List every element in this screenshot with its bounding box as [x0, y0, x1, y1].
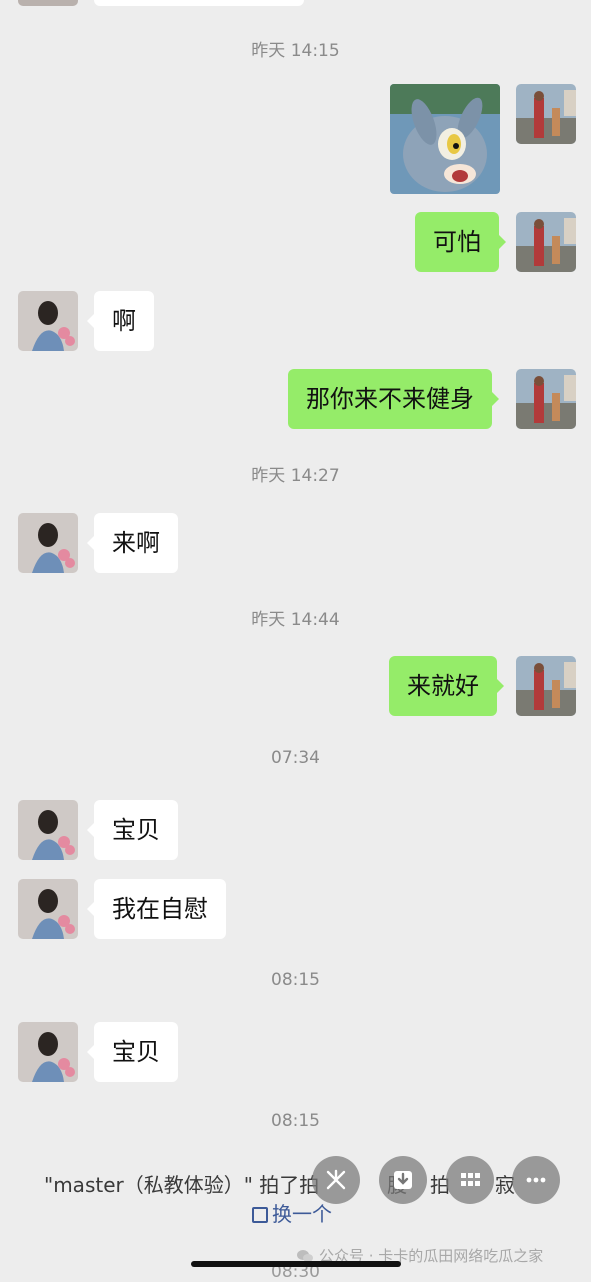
partner-avatar[interactable]: [18, 800, 78, 860]
download-icon: [394, 1171, 412, 1189]
timestamp: 08:15: [271, 970, 320, 990]
swap-link[interactable]: 换一个: [252, 1198, 332, 1227]
message-bubble-received[interactable]: 宝贝: [87, 1022, 178, 1082]
home-indicator[interactable]: [191, 1261, 401, 1267]
sticker-message[interactable]: [390, 84, 500, 194]
my-avatar[interactable]: [516, 369, 576, 429]
system-pat-text: "master（私教体验）" 拍了拍: [44, 1173, 320, 1197]
message-bubble-received[interactable]: 宝贝: [87, 800, 178, 860]
scissors-button[interactable]: [312, 1156, 360, 1204]
timestamp: 08:15: [271, 1111, 320, 1131]
chat-window[interactable]: 昨天 14:15 可怕 啊 那你来不来健身 昨天 14:27 来啊 昨天 14:…: [0, 0, 591, 1282]
my-avatar[interactable]: [516, 84, 576, 144]
download-button[interactable]: [379, 1156, 427, 1204]
more-button[interactable]: [512, 1156, 560, 1204]
partner-avatar[interactable]: [18, 1022, 78, 1082]
message-bubble-received[interactable]: 啊: [87, 291, 154, 351]
message-bubble-cutoff: [94, 0, 304, 6]
grid-icon: [461, 1173, 480, 1186]
timestamp: 昨天 14:44: [251, 610, 340, 630]
partner-avatar[interactable]: [18, 291, 78, 351]
message-bubble-sent[interactable]: 可怕: [415, 212, 506, 272]
grid-button[interactable]: [446, 1156, 494, 1204]
partner-avatar[interactable]: [18, 0, 78, 6]
edit-icon: [252, 1207, 268, 1223]
partner-avatar[interactable]: [18, 879, 78, 939]
message-bubble-sent[interactable]: 那你来不来健身: [288, 369, 499, 429]
more-icon: [526, 1177, 546, 1183]
timestamp: 07:34: [271, 748, 320, 768]
scissors-icon: [326, 1169, 346, 1190]
timestamp: 昨天 14:27: [251, 466, 340, 486]
message-bubble-received[interactable]: 我在自慰: [87, 879, 226, 939]
message-bubble-sent[interactable]: 来就好: [389, 656, 504, 716]
message-bubble-received[interactable]: 来啊: [87, 513, 178, 573]
timestamp: 昨天 14:15: [251, 41, 340, 61]
swap-label: 换一个: [272, 1202, 332, 1226]
my-avatar[interactable]: [516, 656, 576, 716]
my-avatar[interactable]: [516, 212, 576, 272]
partner-avatar[interactable]: [18, 513, 78, 573]
